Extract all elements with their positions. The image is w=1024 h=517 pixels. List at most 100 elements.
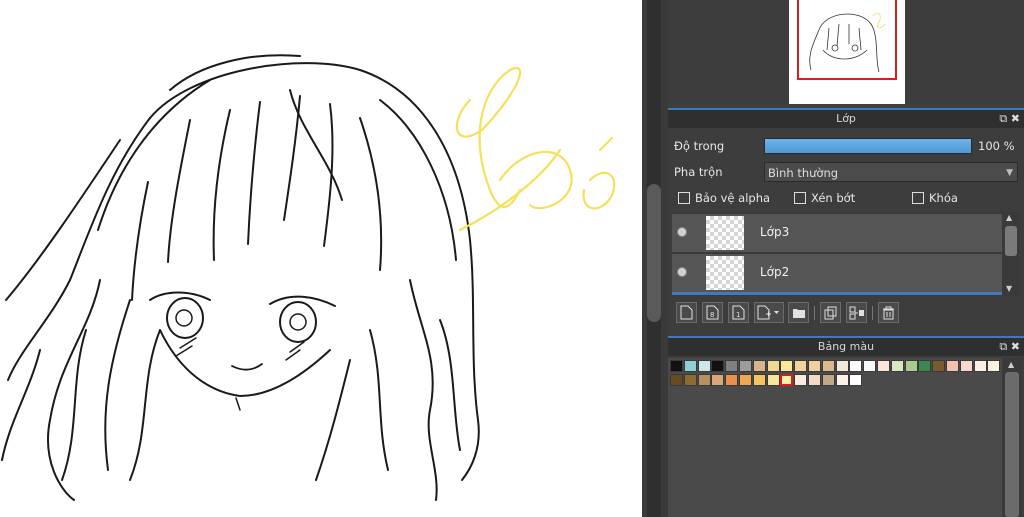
checkbox-box[interactable] [794,192,806,204]
color-swatch[interactable] [697,374,711,386]
color-swatch[interactable] [670,374,683,386]
navigator-view-frame[interactable] [797,0,897,80]
color-swatch[interactable] [877,360,890,372]
add-layer-dropdown-button[interactable] [754,302,784,323]
color-swatch[interactable] [780,360,794,372]
color-swatch[interactable] [794,360,808,372]
color-swatch[interactable] [794,374,808,386]
opacity-slider[interactable] [764,138,972,154]
checkbox-box[interactable] [912,192,924,204]
color-swatch[interactable] [766,360,780,372]
color-swatch[interactable] [780,374,794,386]
palette-panel-header: Bảng màu ⧉ ✖ [668,336,1024,356]
navigator-thumbnail[interactable] [789,0,905,104]
color-swatch[interactable] [697,360,711,372]
color-palette[interactable] [668,358,1002,517]
layer-row[interactable]: Lớp3 [672,214,1002,252]
layer-name: Lớp2 [760,265,790,279]
color-swatch[interactable] [987,360,1001,372]
close-icon[interactable]: ✖ [1011,340,1020,353]
duplicate-layer-button[interactable] [820,302,841,323]
scroll-thumb[interactable] [1005,372,1019,517]
opacity-value: 100 % [978,139,1015,153]
page-1-icon: 1 [732,305,745,320]
svg-text:8: 8 [710,311,714,319]
scroll-up-icon[interactable]: ▲ [1006,213,1012,222]
layer-toolbar: 8 1 [672,300,1016,326]
color-swatch[interactable] [739,360,752,372]
merge-layer-button[interactable] [846,302,867,323]
clipping-checkbox[interactable]: Xén bớt [794,191,855,205]
visibility-icon[interactable] [677,227,687,237]
color-swatch[interactable] [683,360,697,372]
color-swatch[interactable] [711,374,725,386]
color-swatch[interactable] [670,360,683,372]
layer-thumbnail [706,216,744,250]
palette-scrollbar[interactable]: ▲ [1002,358,1022,517]
lock-checkbox[interactable]: Khóa [912,191,958,205]
color-swatch[interactable] [711,360,725,372]
color-swatch[interactable] [863,360,877,372]
protect-alpha-checkbox[interactable]: Bảo vệ alpha [678,191,770,205]
layer-row[interactable]: Lớp2 [672,254,1002,292]
color-swatch[interactable] [725,374,739,386]
new-1bit-layer-button[interactable]: 1 [728,302,749,323]
new-page-icon [680,305,693,320]
palette-panel-title: Bảng màu [817,340,875,353]
color-swatch[interactable] [918,360,932,372]
add-page-icon [757,305,779,320]
close-icon[interactable]: ✖ [1011,112,1020,125]
delete-layer-button[interactable] [878,302,899,323]
merge-icon [849,306,864,319]
color-swatch[interactable] [904,360,918,372]
color-swatch[interactable] [973,360,987,372]
color-swatch[interactable] [808,374,821,386]
new-folder-button[interactable] [788,302,809,323]
layer-list-scrollbar[interactable]: ▲ ▼ [1002,212,1020,296]
color-swatch[interactable] [725,360,739,372]
popout-icon[interactable]: ⧉ [999,112,1007,125]
color-swatch[interactable] [766,374,780,386]
layer-panel-header: Lớp ⧉ ✖ [668,108,1024,128]
color-swatch[interactable] [849,360,863,372]
color-swatch[interactable] [808,360,821,372]
right-panel: Lớp ⧉ ✖ Độ trong 100 % Pha trộn Bình thư… [668,0,1024,517]
color-swatch[interactable] [752,360,766,372]
toolbar-divider [814,306,815,320]
color-swatch[interactable] [683,374,697,386]
color-swatch[interactable] [835,374,849,386]
color-swatch[interactable] [849,374,863,386]
color-swatch[interactable] [835,360,849,372]
blend-mode-select[interactable]: Bình thường ▼ [764,162,1018,182]
scroll-thumb[interactable] [647,184,661,322]
color-swatch[interactable] [959,360,973,372]
blend-label: Pha trộn [674,165,723,179]
color-swatch[interactable] [821,374,835,386]
layer-name: Lớp3 [760,225,790,239]
opacity-label: Độ trong [674,139,725,153]
new-8bit-layer-button[interactable]: 8 [702,302,723,323]
color-swatch[interactable] [821,360,835,372]
chevron-down-icon: ▼ [1006,168,1013,178]
scroll-down-icon[interactable]: ▼ [1006,284,1012,293]
canvas-vertical-scrollbar[interactable] [642,0,668,517]
layer-list[interactable]: Lớp3 Lớp2 [672,212,1002,296]
visibility-icon[interactable] [677,267,687,277]
toolbar-divider [872,306,873,320]
blend-mode-value: Bình thường [768,166,839,180]
svg-text:1: 1 [736,311,740,319]
color-swatch[interactable] [752,374,766,386]
scroll-thumb[interactable] [1005,226,1017,256]
navigator-panel [668,0,1024,106]
new-layer-button[interactable] [676,302,697,323]
scroll-up-icon[interactable]: ▲ [1008,360,1014,369]
drawing-canvas[interactable] [0,0,642,517]
color-swatch[interactable] [946,360,959,372]
color-swatch[interactable] [739,374,752,386]
checkbox-box[interactable] [678,192,690,204]
color-swatch[interactable] [890,360,904,372]
color-swatch[interactable] [932,360,946,372]
sketch-artwork [1,54,616,501]
trash-icon [883,306,894,319]
popout-icon[interactable]: ⧉ [999,340,1007,353]
